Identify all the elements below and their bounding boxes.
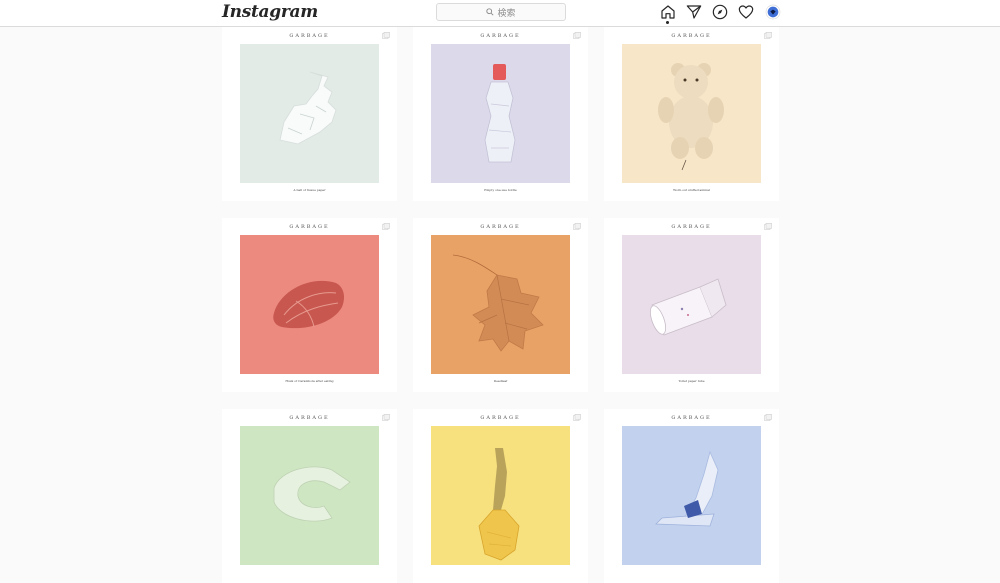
post-caption: A ball of tissue paper — [293, 188, 326, 192]
carousel-icon — [382, 223, 390, 230]
profile-avatar[interactable] — [765, 4, 781, 20]
post-tile[interactable]: GARBAGE Deadleaf — [413, 218, 588, 392]
post-tile[interactable]: GARBAGE Empty one-use bottle — [413, 27, 588, 201]
active-page-indicator — [666, 21, 669, 24]
post-image — [622, 44, 761, 183]
post-image — [431, 235, 570, 374]
post-tile[interactable]: GARBAGE Husk of Carambola after eating — [222, 218, 397, 392]
post-image — [240, 426, 379, 565]
brand-label: GARBAGE — [671, 224, 712, 230]
post-image — [431, 44, 570, 183]
top-navigation-bar: Instagram 検索 — [0, 0, 1000, 27]
post-tile[interactable]: GARBAGE — [413, 409, 588, 583]
brand-label: GARBAGE — [289, 415, 330, 421]
brand-label: GARBAGE — [289, 33, 330, 39]
explore-icon[interactable] — [712, 4, 728, 20]
carousel-icon — [573, 414, 581, 421]
post-caption: Husk of Carambola after eating — [285, 379, 334, 383]
post-image — [240, 235, 379, 374]
search-box[interactable]: 検索 — [436, 3, 566, 21]
carousel-icon — [764, 223, 772, 230]
post-image — [240, 44, 379, 183]
post-caption: Toilet paper tube — [678, 379, 705, 383]
brand-label: GARBAGE — [671, 33, 712, 39]
post-tile[interactable]: GARBAGE — [604, 409, 779, 583]
brand-label: GARBAGE — [480, 33, 521, 39]
carousel-icon — [382, 414, 390, 421]
post-caption: Deadleaf — [493, 379, 508, 383]
search-placeholder: 検索 — [497, 7, 516, 18]
instagram-logo[interactable]: Instagram — [222, 2, 318, 22]
brand-label: GARBAGE — [480, 224, 521, 230]
carousel-icon — [764, 32, 772, 39]
brand-label: GARBAGE — [289, 224, 330, 230]
carousel-icon — [764, 414, 772, 421]
post-image — [431, 426, 570, 565]
post-tile[interactable]: GARBAGE Worn-out stuffed animal — [604, 27, 779, 201]
activity-heart-icon[interactable] — [738, 4, 754, 20]
post-caption: Worn-out stuffed animal — [673, 188, 710, 192]
home-icon[interactable] — [660, 4, 676, 20]
post-image — [622, 235, 761, 374]
brand-label: GARBAGE — [671, 415, 712, 421]
post-image — [622, 426, 761, 565]
carousel-icon — [573, 32, 581, 39]
carousel-icon — [382, 32, 390, 39]
post-tile[interactable]: GARBAGE Toilet paper tube — [604, 218, 779, 392]
post-tile[interactable]: GARBAGE A ball of tissue paper — [222, 27, 397, 201]
direct-icon[interactable] — [686, 4, 702, 20]
post-caption: Empty one-use bottle — [484, 188, 517, 192]
carousel-icon — [573, 223, 581, 230]
brand-label: GARBAGE — [480, 415, 521, 421]
post-tile[interactable]: GARBAGE — [222, 409, 397, 583]
search-icon — [486, 3, 495, 21]
